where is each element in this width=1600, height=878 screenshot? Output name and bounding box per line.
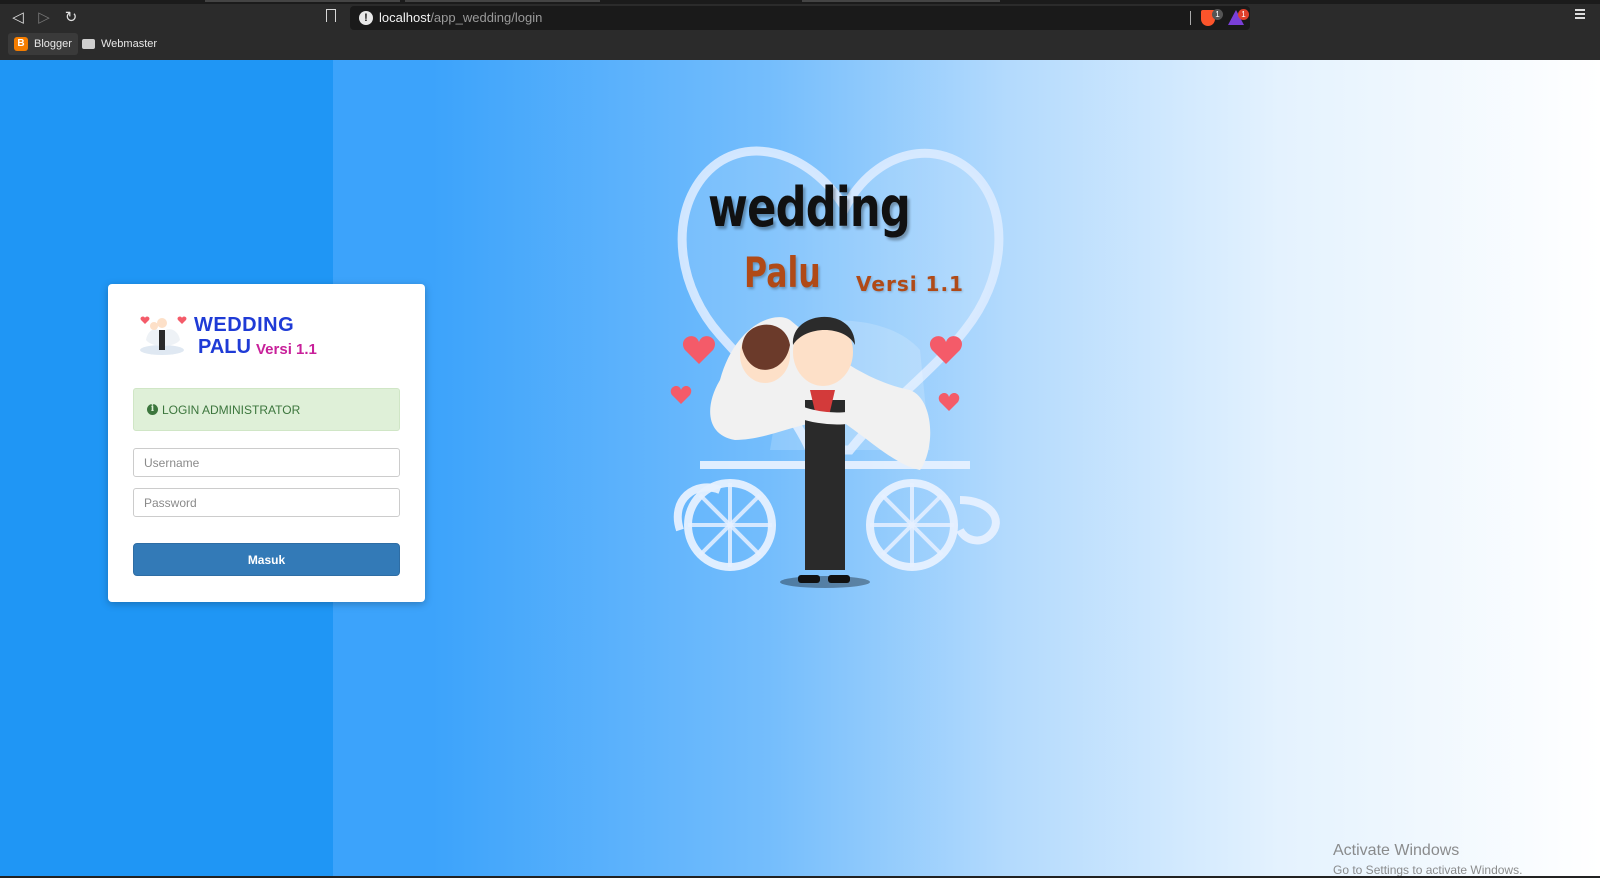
reload-icon[interactable]: ↻ [60, 8, 82, 28]
hero-subtitle: Palu [744, 248, 821, 297]
back-icon[interactable]: ◁ [7, 8, 29, 28]
bookmark-page-icon[interactable] [326, 9, 336, 22]
blogger-icon: B [14, 37, 28, 51]
address-bar[interactable]: ! localhost/app_wedding/login 1 1 [350, 6, 1250, 30]
info-icon: i [147, 404, 158, 415]
bookmark-webmaster[interactable]: Webmaster [76, 33, 163, 55]
forward-icon[interactable]: ▷ [33, 8, 55, 28]
webmaster-icon [82, 39, 95, 49]
login-button[interactable]: Masuk [133, 543, 400, 576]
bookmarks-bar: B Blogger Webmaster [0, 33, 1600, 57]
shield-count-badge: 1 [1212, 9, 1223, 20]
hero-title: wedding [708, 176, 911, 239]
bookmark-blogger[interactable]: B Blogger [8, 33, 78, 55]
brand-logo: WEDDING PALU Versi 1.1 [136, 310, 336, 360]
couple-logo-icon [140, 316, 187, 355]
login-page: wedding Palu Versi 1.1 WEDDING PALU Vers… [0, 60, 1600, 876]
brand-subtitle: PALU [198, 336, 251, 358]
tab-strip [0, 0, 1600, 4]
brand-version: Versi 1.1 [256, 341, 317, 358]
watermark-subtitle: Go to Settings to activate Windows. [1333, 863, 1523, 876]
browser-chrome: ◁ ▷ ↻ ! localhost/app_wedding/login 1 1 … [0, 0, 1600, 60]
login-alert: i LOGIN ADMINISTRATOR [133, 388, 400, 431]
login-card: WEDDING PALU Versi 1.1 i LOGIN ADMINISTR… [108, 284, 425, 602]
menu-icon[interactable] [1575, 9, 1585, 21]
hero-illustration: wedding Palu Versi 1.1 [660, 120, 1030, 590]
rewards-count-badge: 1 [1238, 9, 1249, 20]
password-input[interactable] [133, 488, 400, 517]
url-text[interactable]: localhost/app_wedding/login [379, 10, 542, 25]
windows-activation-watermark: Activate Windows Go to Settings to activ… [1333, 842, 1522, 876]
brand-title: WEDDING [194, 314, 295, 336]
username-input[interactable] [133, 448, 400, 477]
alert-text: LOGIN ADMINISTRATOR [162, 402, 301, 417]
hero-version: Versi 1.1 [856, 272, 964, 296]
site-info-icon[interactable]: ! [359, 11, 373, 25]
watermark-title: Activate Windows [1333, 842, 1460, 859]
